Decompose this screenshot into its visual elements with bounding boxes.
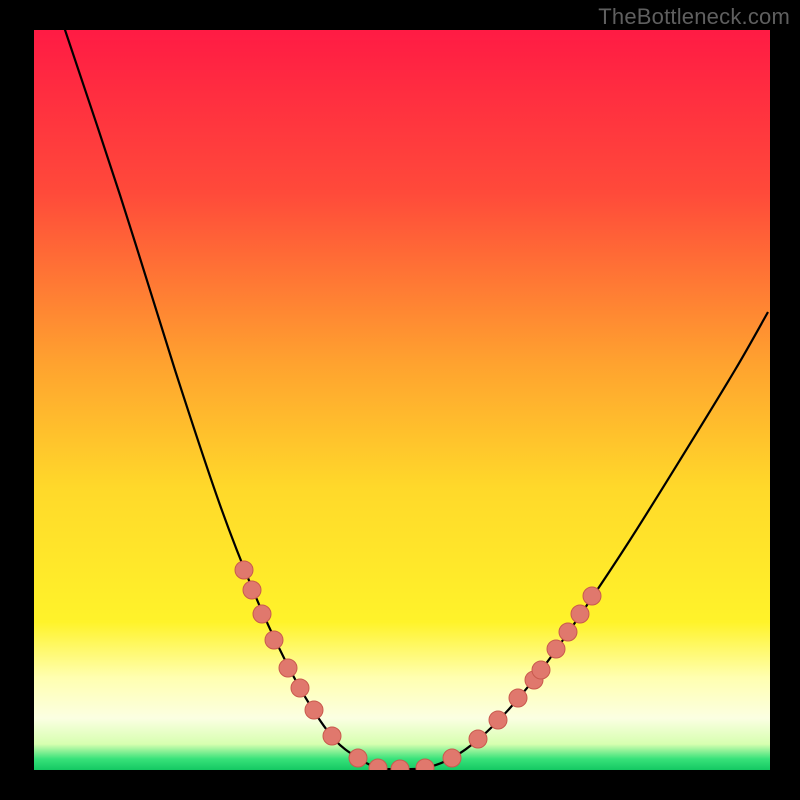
data-marker — [235, 561, 253, 579]
watermark-text: TheBottleneck.com — [598, 4, 790, 30]
plot-background — [34, 30, 770, 770]
chart-stage: TheBottleneck.com — [0, 0, 800, 800]
data-marker — [243, 581, 261, 599]
data-marker — [323, 727, 341, 745]
data-marker — [443, 749, 461, 767]
data-marker — [489, 711, 507, 729]
data-marker — [265, 631, 283, 649]
data-marker — [571, 605, 589, 623]
data-marker — [369, 759, 387, 777]
data-marker — [583, 587, 601, 605]
data-marker — [391, 760, 409, 778]
data-marker — [305, 701, 323, 719]
data-marker — [509, 689, 527, 707]
data-marker — [349, 749, 367, 767]
chart-svg — [0, 0, 800, 800]
data-marker — [279, 659, 297, 677]
data-marker — [559, 623, 577, 641]
data-marker — [469, 730, 487, 748]
data-marker — [291, 679, 309, 697]
data-marker — [416, 759, 434, 777]
data-marker — [253, 605, 271, 623]
data-marker — [547, 640, 565, 658]
data-marker — [532, 661, 550, 679]
